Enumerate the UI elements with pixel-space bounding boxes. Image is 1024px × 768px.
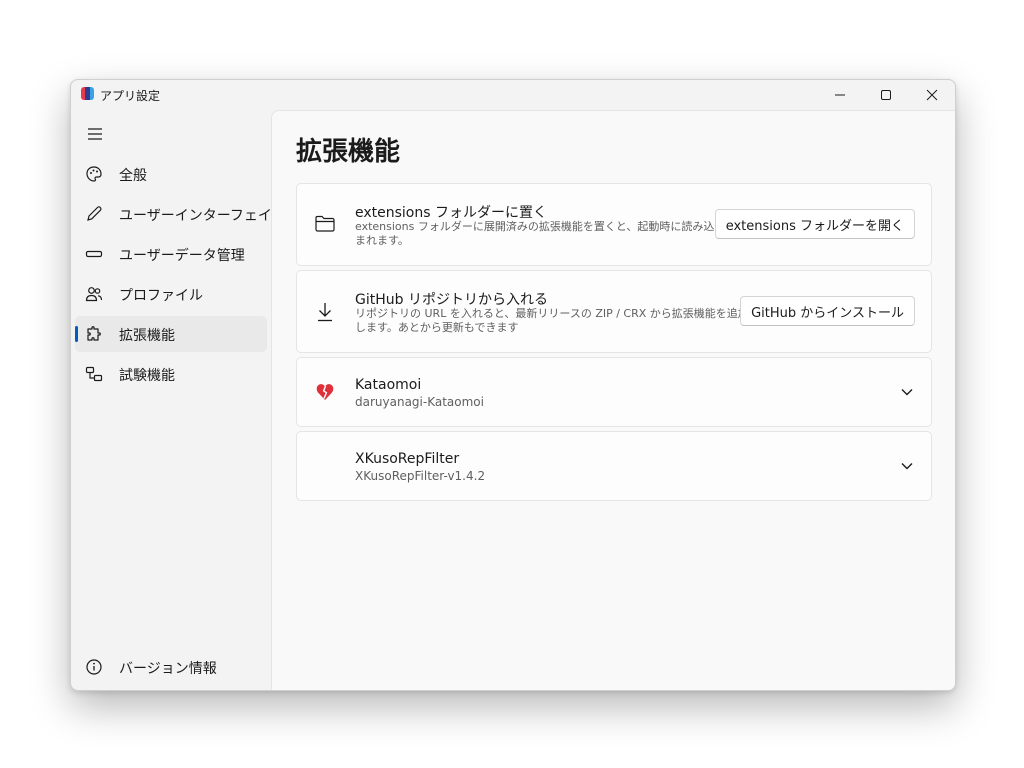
puzzle-icon <box>85 325 103 343</box>
sidebar-item-extensions[interactable]: 拡張機能 <box>75 316 267 352</box>
page-title: 拡張機能 <box>296 137 401 167</box>
chevron-down-icon[interactable] <box>897 456 917 476</box>
extension-id: XKusoRepFilter-v1.4.2 <box>355 469 486 483</box>
card-description-line2: まれます。 <box>355 234 409 247</box>
close-icon <box>926 89 938 101</box>
sidebar-item-user-interface[interactable]: ユーザーインターフェイス <box>75 196 285 232</box>
sidebar-item-label: 全般 <box>119 168 147 184</box>
sidebar-item-version-info[interactable]: バージョン情報 <box>75 649 267 685</box>
sidebar-item-label: 拡張機能 <box>119 328 175 344</box>
minimize-icon <box>835 94 845 96</box>
sidebar-item-label: 試験機能 <box>119 368 175 384</box>
sidebar-item-label: プロファイル <box>119 288 203 304</box>
card-title: GitHub リポジトリから入れる <box>355 292 548 308</box>
minimize-button[interactable] <box>817 80 863 110</box>
sidebar-item-label: ユーザーインターフェイス <box>119 208 286 224</box>
download-icon <box>313 300 337 324</box>
flask-icon <box>85 365 103 383</box>
info-icon <box>85 658 103 676</box>
open-extensions-folder-button[interactable]: extensions フォルダーを開く <box>714 209 915 239</box>
sidebar-item-label: バージョン情報 <box>119 661 217 677</box>
title-bar[interactable]: アプリ設定 <box>71 80 955 110</box>
pen-icon <box>85 205 103 223</box>
settings-window: アプリ設定 全般 ユーザーインターフェイス ユーザーデータ管理 プロファイル 拡… <box>70 79 956 691</box>
close-button[interactable] <box>909 80 955 110</box>
maximize-icon <box>881 90 891 100</box>
extension-name: Kataomoi <box>355 377 422 393</box>
chevron-down-icon[interactable] <box>897 382 917 402</box>
sidebar-item-user-data[interactable]: ユーザーデータ管理 <box>75 236 267 272</box>
extension-name: XKusoRepFilter <box>355 451 460 467</box>
extension-id: daruyanagi-Kataomoi <box>355 395 484 409</box>
palette-icon <box>85 165 103 183</box>
people-icon <box>85 285 103 303</box>
install-from-github-button[interactable]: GitHub からインストール <box>740 296 915 326</box>
card-extensions-folder: extensions フォルダーに置く extensions フォルダーに展開済… <box>296 183 932 266</box>
content-pane: 拡張機能 extensions フォルダーに置く extensions フォルダ… <box>271 110 955 690</box>
sidebar-item-profile[interactable]: プロファイル <box>75 276 267 312</box>
card-github-install: GitHub リポジトリから入れる リポジトリの URL を入れると、最新リリー… <box>296 270 932 353</box>
navigation-sidebar: 全般 ユーザーインターフェイス ユーザーデータ管理 プロファイル 拡張機能 試験… <box>71 110 285 690</box>
extension-item-kataomoi[interactable]: Kataomoi daruyanagi-Kataomoi <box>296 357 932 427</box>
hamburger-menu-icon <box>88 128 102 140</box>
extension-item-xkusorepfilter[interactable]: XKusoRepFilter XKusoRepFilter-v1.4.2 <box>296 431 932 501</box>
folder-icon <box>313 212 337 236</box>
storage-icon <box>85 245 103 263</box>
sidebar-item-label: ユーザーデータ管理 <box>119 248 245 264</box>
card-description-line1: リポジトリの URL を入れると、最新リリースの ZIP / CRX から拡張機… <box>355 307 749 320</box>
card-description-line1: extensions フォルダーに展開済みの拡張機能を置くと、起動時に読み込 <box>355 220 715 233</box>
card-title: extensions フォルダーに置く <box>355 205 547 221</box>
app-icon <box>81 87 94 100</box>
sidebar-item-experimental[interactable]: 試験機能 <box>75 356 267 392</box>
maximize-button[interactable] <box>863 80 909 110</box>
sidebar-item-general[interactable]: 全般 <box>75 156 267 192</box>
broken-heart-icon <box>313 380 337 404</box>
card-description-line2: します。あとから更新もできます <box>355 321 519 334</box>
menu-toggle-button[interactable] <box>83 122 107 146</box>
window-title: アプリ設定 <box>100 89 161 103</box>
